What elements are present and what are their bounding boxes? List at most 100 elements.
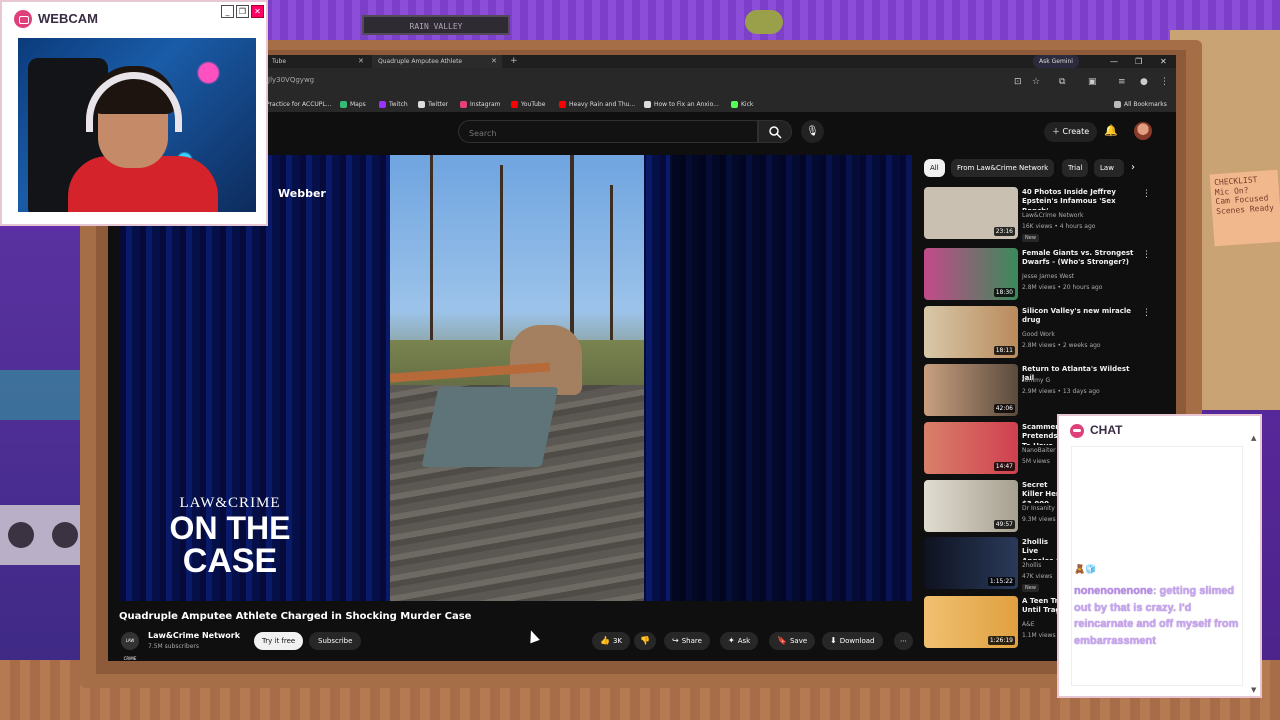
- video-thumbnail[interactable]: 14:47: [924, 422, 1018, 474]
- chip-trial[interactable]: Trial: [1062, 159, 1089, 177]
- tab-video[interactable]: Quadruple Amputee Athlete: [372, 55, 502, 68]
- recommendation-item[interactable]: 18:11 Silicon Valley's new miracle drug …: [924, 306, 1154, 360]
- chip-law[interactable]: Law: [1094, 159, 1124, 177]
- search-button[interactable]: [758, 120, 792, 143]
- profile-icon[interactable]: ●: [1140, 77, 1148, 87]
- sidepanel-icon[interactable]: ▣: [1088, 77, 1097, 87]
- ask-button[interactable]: ✦ Ask: [720, 632, 759, 650]
- ask-gemini-button[interactable]: Ask Gemini: [1033, 55, 1079, 68]
- search-input[interactable]: [459, 123, 757, 144]
- recommendation-item[interactable]: 18:30 Female Giants vs. Strongest Dwarfs…: [924, 248, 1154, 302]
- close-icon[interactable]: ✕: [251, 5, 264, 18]
- duration-badge: 1:26:19: [987, 636, 1015, 645]
- video-thumbnail[interactable]: 1:26:19: [924, 596, 1018, 648]
- more-actions-button[interactable]: ⋯: [894, 632, 913, 650]
- thumbs-up-icon: 👍: [600, 636, 610, 645]
- window-close-icon[interactable]: ✕: [1160, 55, 1167, 68]
- bookmark-star-icon[interactable]: ☆: [1032, 77, 1040, 87]
- rec-channel[interactable]: Dr Insanity: [1022, 505, 1062, 512]
- close-icon[interactable]: ✕: [491, 55, 497, 68]
- bookmark-item[interactable]: YouTube: [511, 98, 545, 112]
- rec-title[interactable]: Female Giants vs. Strongest Dwarfs - (Wh…: [1022, 249, 1134, 268]
- maximize-icon[interactable]: ❐: [1135, 55, 1142, 68]
- minimize-icon[interactable]: _: [221, 5, 234, 18]
- all-bookmarks[interactable]: All Bookmarks: [1114, 98, 1167, 112]
- duration-badge: 18:30: [993, 288, 1015, 297]
- scroll-down-icon[interactable]: ▼: [1251, 686, 1256, 694]
- recommendation-item[interactable]: 49:57 Secret Killer Her $3,000 Dr Insani…: [924, 480, 1064, 534]
- close-icon[interactable]: ✕: [358, 55, 364, 68]
- video-thumbnail[interactable]: 49:57: [924, 480, 1018, 532]
- media-icon[interactable]: ≡: [1118, 77, 1126, 87]
- recommendation-item[interactable]: 42:06 Return to Atlanta's Wildest Jail T…: [924, 364, 1154, 418]
- recommendation-item[interactable]: 23:16 40 Photos Inside Jeffrey Epstein's…: [924, 187, 1154, 242]
- save-button[interactable]: 🔖 Save: [769, 632, 816, 650]
- maximize-icon[interactable]: ❐: [236, 5, 249, 18]
- new-tab-button[interactable]: +: [510, 55, 518, 68]
- video-thumbnail[interactable]: 18:11: [924, 306, 1018, 358]
- recommendation-item[interactable]: 1:26:19 A Teen Tr Until Trag A&E 1.1M vi…: [924, 596, 1064, 650]
- rec-channel[interactable]: NanoBaiter: [1022, 447, 1062, 454]
- video-thumbnail[interactable]: 23:16: [924, 187, 1018, 239]
- mic-icon[interactable]: 🎙: [801, 120, 824, 143]
- recommendation-item[interactable]: 14:47 Scammer Pretends To Have $10,000 L…: [924, 422, 1064, 476]
- search-box[interactable]: [458, 120, 758, 144]
- rec-title[interactable]: 40 Photos Inside Jeffrey Epstein's Infam…: [1022, 188, 1134, 210]
- download-button[interactable]: ⬇ Download: [822, 632, 883, 650]
- duration-badge: 14:47: [993, 462, 1015, 471]
- try-free-button[interactable]: Try it free: [254, 632, 304, 650]
- rec-title[interactable]: A Teen Tr Until Trag: [1022, 597, 1062, 616]
- bookmark-item[interactable]: Twitter: [418, 98, 448, 112]
- dislike-button[interactable]: 👎: [634, 632, 656, 650]
- bookmark-item[interactable]: Twitch: [379, 98, 408, 112]
- share-button[interactable]: ↪ Share: [664, 632, 710, 650]
- subscribe-button[interactable]: Subscribe: [309, 632, 362, 650]
- bookmark-item[interactable]: Maps: [340, 98, 366, 112]
- webcam-feed: [18, 38, 256, 212]
- kebab-menu-icon[interactable]: ⋮: [1142, 308, 1151, 318]
- tab-youtube[interactable]: Tube: [266, 55, 366, 68]
- scroll-up-icon[interactable]: ▲: [1251, 434, 1256, 442]
- bookmark-item[interactable]: Practice for ACCUPL...: [266, 98, 331, 112]
- bookmark-label: Kick: [741, 101, 754, 108]
- instagram-icon: [460, 101, 467, 108]
- bookmark-item[interactable]: Instagram: [460, 98, 501, 112]
- bell-icon[interactable]: 🔔: [1104, 124, 1118, 137]
- kebab-menu-icon[interactable]: ⋮: [1142, 189, 1151, 199]
- rec-channel[interactable]: Law&Crime Network: [1022, 212, 1083, 219]
- recommendation-item[interactable]: 1:15:22 2hollis Live Angeles ( 2hollis 4…: [924, 537, 1064, 592]
- url-text[interactable]: Jly30VQgywg: [268, 76, 314, 84]
- avatar[interactable]: [1134, 122, 1152, 140]
- rec-channel[interactable]: A&E: [1022, 621, 1035, 628]
- address-bar[interactable]: Jly30VQgywg ⊡ ☆ ⧉ ▣ ≡ ● ⋮: [108, 68, 1176, 98]
- bookmark-item[interactable]: Heavy Rain and Thu...: [559, 98, 635, 112]
- video-thumbnail[interactable]: 42:06: [924, 364, 1018, 416]
- video-thumbnail[interactable]: 1:15:22: [924, 537, 1018, 589]
- rec-channel[interactable]: Good Work: [1022, 331, 1055, 338]
- rec-channel[interactable]: 2hollis: [1022, 562, 1041, 569]
- install-icon[interactable]: ⊡: [1014, 77, 1022, 87]
- chip-from-channel[interactable]: From Law&Crime Network: [951, 159, 1055, 177]
- bookmark-item[interactable]: Kick: [731, 98, 753, 112]
- create-button[interactable]: ＋ Create: [1044, 122, 1098, 142]
- video-thumbnail[interactable]: 18:30: [924, 248, 1018, 300]
- rec-channel[interactable]: Tommy G: [1022, 377, 1050, 384]
- channel-name[interactable]: Law&Crime Network: [148, 631, 240, 640]
- menu-icon[interactable]: ⋮: [1160, 77, 1169, 87]
- chat-scrollbar[interactable]: ▲ ▼: [1251, 434, 1259, 696]
- extensions-icon[interactable]: ⧉: [1059, 77, 1065, 87]
- chevron-right-icon[interactable]: ›: [1131, 159, 1135, 177]
- bookmark-icon: 🔖: [777, 636, 787, 645]
- bookmark-item[interactable]: How to Fix an Anxio...: [644, 98, 719, 112]
- rec-title[interactable]: Silicon Valley's new miracle drug: [1022, 307, 1134, 326]
- kebab-menu-icon[interactable]: ⋮: [1142, 250, 1151, 260]
- channel-avatar[interactable]: LAW CRIME: [121, 632, 139, 661]
- like-button[interactable]: 👍 3K: [592, 632, 631, 650]
- minimize-icon[interactable]: —: [1110, 55, 1118, 68]
- rec-title[interactable]: Scammer Pretends To Have $10,000 L: [1022, 423, 1062, 445]
- rec-title[interactable]: Secret Killer Her $3,000: [1022, 481, 1062, 503]
- rec-title[interactable]: 2hollis Live Angeles (: [1022, 538, 1062, 560]
- speaker-dot: [8, 522, 34, 548]
- rec-channel[interactable]: Jesse James West: [1022, 273, 1074, 280]
- chip-all[interactable]: All: [924, 159, 945, 177]
